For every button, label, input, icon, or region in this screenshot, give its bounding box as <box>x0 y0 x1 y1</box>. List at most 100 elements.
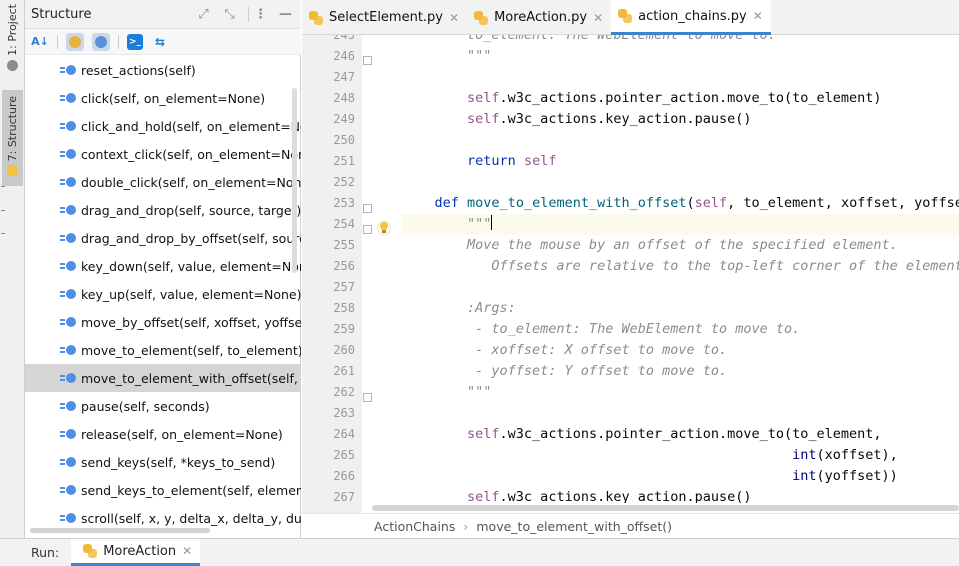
tree-item-label: key_down(self, value, element=None) <box>81 258 301 274</box>
expand-all-icon[interactable]: ⤢ <box>195 6 212 23</box>
code-line[interactable]: """ <box>402 46 959 67</box>
tree-item[interactable]: release(self, on_element=None) <box>25 420 301 448</box>
run-console-icon[interactable]: >_ <box>127 33 143 50</box>
tree-item[interactable]: move_by_offset(self, xoffset, yoffset) <box>25 308 301 336</box>
code-line[interactable]: Offsets are relative to the top-left cor… <box>402 256 959 277</box>
tree-horizontal-scrollbar[interactable] <box>30 528 210 533</box>
code-line[interactable] <box>402 130 959 151</box>
close-icon[interactable]: ✕ <box>449 11 459 25</box>
tree-item[interactable]: scroll(self, x, y, delta_x, delta_y, dur… <box>25 504 301 530</box>
fold-marker[interactable] <box>363 225 372 234</box>
python-file-icon <box>309 10 323 25</box>
line-number: 245 <box>333 35 355 42</box>
code-line[interactable]: int(yoffset)) <box>402 466 959 487</box>
tree-item-label: drag_and_drop(self, source, target) <box>81 202 301 218</box>
code-line[interactable] <box>402 172 959 193</box>
close-icon[interactable]: ✕ <box>593 11 603 25</box>
tree-item[interactable]: click(self, on_element=None) <box>25 84 301 112</box>
line-number: 253 <box>333 196 355 210</box>
tree-item[interactable]: key_down(self, value, element=None) <box>25 252 301 280</box>
tree-item-label: pause(self, seconds) <box>81 398 210 414</box>
tree-item[interactable]: move_to_element(self, to_element) <box>25 336 301 364</box>
tree-item[interactable]: drag_and_drop_by_offset(self, source, <box>25 224 301 252</box>
tool-window-strip: 1: Project 7: Structure <box>0 0 25 538</box>
tree-item[interactable]: send_keys(self, *keys_to_send) <box>25 448 301 476</box>
tree-item[interactable]: send_keys_to_element(self, element, *k <box>25 476 301 504</box>
code-editor[interactable]: to_element: The WebElement to move to. "… <box>362 35 959 505</box>
line-number: 249 <box>333 112 355 126</box>
code-line[interactable]: return self <box>402 151 959 172</box>
show-inherited-icon[interactable] <box>66 32 84 51</box>
project-tool-tab[interactable]: 1: Project <box>2 4 23 90</box>
tree-item[interactable]: double_click(self, on_element=None) <box>25 168 301 196</box>
line-number: 256 <box>333 259 355 273</box>
method-icon <box>60 148 78 160</box>
code-line[interactable]: self.w3c_actions.key_action.pause() <box>402 109 959 130</box>
code-line[interactable]: to_element: The WebElement to move to. <box>402 35 959 46</box>
autoscroll-icon[interactable]: ⇆ <box>151 33 169 51</box>
code-line[interactable] <box>402 403 959 424</box>
line-number: 259 <box>333 322 355 336</box>
method-icon <box>60 64 78 76</box>
fold-marker[interactable] <box>363 204 372 213</box>
tree-item-label: double_click(self, on_element=None) <box>81 174 301 190</box>
tree-vertical-scrollbar[interactable] <box>292 88 297 273</box>
breadcrumb-class[interactable]: ActionChains <box>374 519 455 534</box>
code-line[interactable]: - to_element: The WebElement to move to. <box>402 319 959 340</box>
code-line[interactable] <box>402 277 959 298</box>
more-options-icon[interactable]: ⋮ <box>252 6 269 23</box>
tree-item[interactable]: move_to_element_with_offset(self, to_e <box>25 364 301 392</box>
editor-tab[interactable]: SelectElement.py ✕ <box>302 0 467 35</box>
method-icon <box>60 428 78 440</box>
project-tab-label: 1: Project <box>6 4 19 56</box>
breadcrumb-method[interactable]: move_to_element_with_offset() <box>476 519 672 534</box>
method-icon <box>60 288 78 300</box>
hide-panel-icon[interactable]: — <box>277 6 294 23</box>
code-line[interactable]: self.w3c_actions.pointer_action.move_to(… <box>402 88 959 109</box>
code-line[interactable]: - yoffset: Y offset to move to. <box>402 361 959 382</box>
line-number: 262 <box>333 385 355 399</box>
structure-panel: Structure ⤢ ⤡ ⋮ — A↓ >_ ⇆ reset_actions(… <box>25 0 301 538</box>
toolbar-divider <box>57 34 58 49</box>
tree-item[interactable]: click_and_hold(self, on_element=None <box>25 112 301 140</box>
show-fields-icon[interactable] <box>92 32 110 51</box>
code-line[interactable]: """ <box>402 214 959 235</box>
tree-item[interactable]: reset_actions(self) <box>25 56 301 84</box>
fold-marker[interactable] <box>363 56 372 65</box>
code-line[interactable] <box>402 67 959 88</box>
editor-tab[interactable]: MoreAction.py ✕ <box>467 0 611 35</box>
editor-tab[interactable]: action_chains.py ✕ <box>611 0 771 35</box>
collapse-all-icon[interactable]: ⤡ <box>221 6 238 23</box>
editor-horizontal-scrollbar[interactable] <box>372 503 959 513</box>
structure-tool-tab[interactable]: 7: Structure <box>2 90 23 186</box>
strip-marker <box>1 210 5 211</box>
scrollbar-thumb[interactable] <box>372 505 959 511</box>
strip-marker <box>1 186 5 187</box>
tree-item[interactable]: context_click(self, on_element=None) <box>25 140 301 168</box>
fold-marker[interactable] <box>363 393 372 402</box>
code-line[interactable]: def move_to_element_with_offset(self, to… <box>402 193 959 214</box>
line-number: 257 <box>333 280 355 294</box>
tree-item[interactable]: drag_and_drop(self, source, target) <box>25 196 301 224</box>
tree-item-label: key_up(self, value, element=None) <box>81 286 301 302</box>
run-tab[interactable]: MoreAction ✕ <box>71 539 201 566</box>
method-icon <box>60 512 78 524</box>
code-line[interactable]: :Args: <box>402 298 959 319</box>
intention-bulb-icon[interactable] <box>377 221 391 235</box>
line-number: 255 <box>333 238 355 252</box>
code-line[interactable]: int(xoffset), <box>402 445 959 466</box>
tree-item[interactable]: key_up(self, value, element=None) <box>25 280 301 308</box>
line-number: 267 <box>333 490 355 504</box>
method-icon <box>60 232 78 244</box>
code-line[interactable]: """ <box>402 382 959 403</box>
strip-marker <box>1 233 5 234</box>
code-line[interactable]: - xoffset: X offset to move to. <box>402 340 959 361</box>
code-line[interactable]: self.w3c_actions.pointer_action.move_to(… <box>402 424 959 445</box>
panel-title: Structure <box>31 6 92 22</box>
code-line[interactable]: Move the mouse by an offset of the speci… <box>402 235 959 256</box>
method-icon <box>60 316 78 328</box>
tree-item[interactable]: pause(self, seconds) <box>25 392 301 420</box>
close-icon[interactable]: ✕ <box>753 9 763 23</box>
sort-alpha-icon[interactable]: A↓ <box>31 33 49 51</box>
close-icon[interactable]: ✕ <box>182 544 192 558</box>
